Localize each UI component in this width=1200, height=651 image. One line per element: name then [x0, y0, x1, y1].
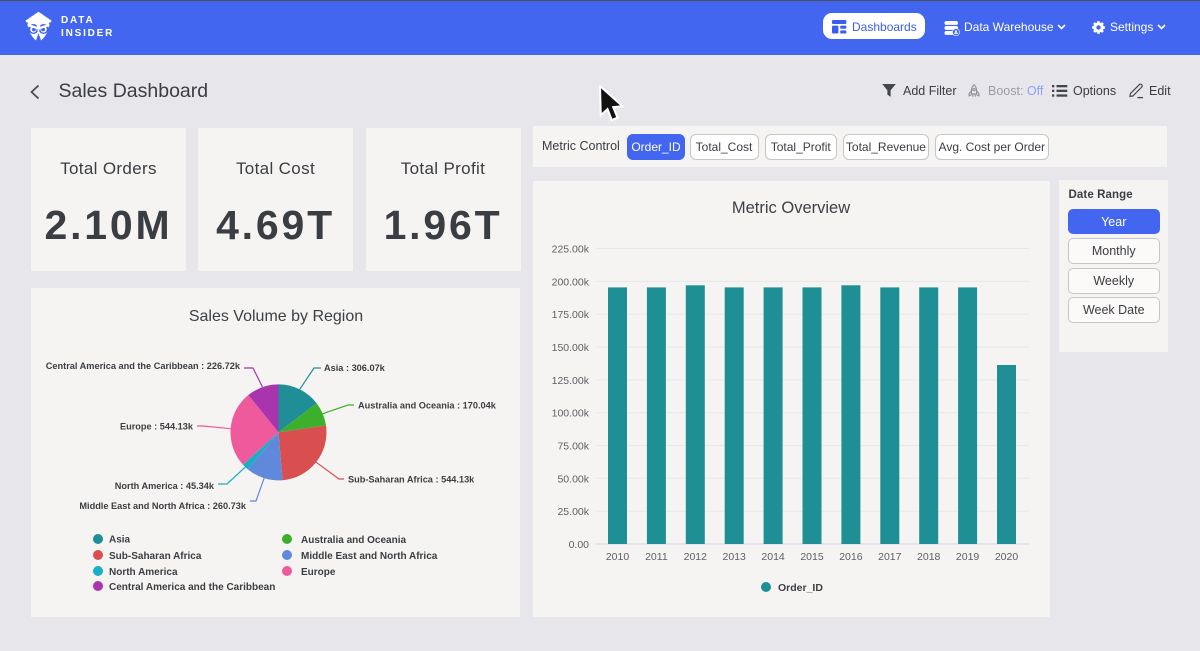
svg-text:2016: 2016: [839, 551, 863, 563]
svg-text:2014: 2014: [761, 551, 785, 563]
svg-text:Asia: Asia: [109, 535, 131, 546]
svg-text:2019: 2019: [956, 551, 980, 563]
svg-text:2018: 2018: [917, 551, 941, 563]
svg-text:2020: 2020: [995, 551, 1019, 563]
svg-text:125.00k: 125.00k: [552, 375, 590, 387]
svg-text:Middle East and North Africa: Middle East and North Africa: [301, 551, 438, 562]
svg-text:Europe : 544.13k: Europe : 544.13k: [120, 421, 194, 431]
svg-text:Europe: Europe: [301, 567, 336, 578]
svg-text:25.00k: 25.00k: [557, 506, 589, 518]
svg-text:North America : 45.34k: North America : 45.34k: [115, 481, 215, 491]
svg-text:Sub-Saharan Africa : 544.13k: Sub-Saharan Africa : 544.13k: [348, 474, 475, 484]
svg-text:Middle East and North Africa :: Middle East and North Africa : 260.73k: [79, 501, 247, 511]
svg-text:Metric Overview: Metric Overview: [732, 199, 850, 217]
svg-text:2011: 2011: [645, 551, 668, 563]
svg-text:2017: 2017: [878, 551, 902, 563]
svg-text:North America: North America: [109, 567, 178, 578]
svg-text:0.00: 0.00: [569, 539, 590, 551]
svg-text:Asia : 306.07k: Asia : 306.07k: [324, 363, 386, 373]
svg-text:Central America and the Caribb: Central America and the Caribbean: [109, 582, 275, 593]
svg-text:Sales Volume by Region: Sales Volume by Region: [189, 308, 363, 325]
svg-text:Australia and Oceania : 170.04: Australia and Oceania : 170.04k: [358, 400, 497, 410]
svg-text:225.00k: 225.00k: [552, 244, 590, 256]
svg-text:175.00k: 175.00k: [552, 309, 590, 321]
svg-text:2012: 2012: [684, 551, 708, 563]
svg-text:75.00k: 75.00k: [557, 441, 589, 453]
svg-text:Central America and the Caribb: Central America and the Caribbean : 226.…: [46, 361, 241, 371]
svg-text:100.00k: 100.00k: [552, 408, 590, 420]
svg-text:200.00k: 200.00k: [552, 276, 590, 288]
svg-text:Australia and Oceania: Australia and Oceania: [301, 535, 406, 546]
svg-text:50.00k: 50.00k: [557, 473, 589, 485]
svg-text:2010: 2010: [606, 551, 630, 563]
svg-text:2013: 2013: [723, 551, 747, 563]
svg-text:2015: 2015: [800, 551, 824, 563]
svg-text:Sub-Saharan Africa: Sub-Saharan Africa: [109, 551, 202, 562]
svg-text:150.00k: 150.00k: [552, 342, 590, 354]
svg-text:Order_ID: Order_ID: [778, 582, 823, 594]
